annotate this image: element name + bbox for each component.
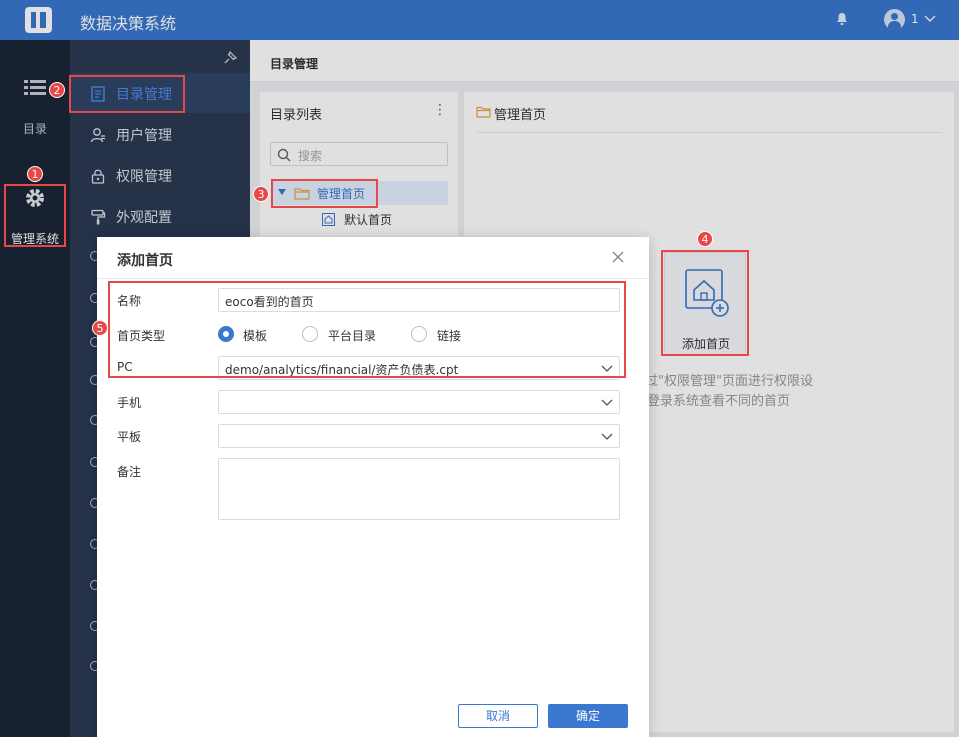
annotation-badge: 5 <box>92 320 108 336</box>
mobile-select[interactable] <box>218 390 620 414</box>
tablet-label: 平板 <box>117 430 142 444</box>
mobile-label: 手机 <box>117 396 142 410</box>
chevron-down-icon[interactable] <box>601 433 613 441</box>
annotation-box-system <box>4 184 66 247</box>
annotation-box-add-card <box>661 250 749 356</box>
dialog-title: 添加首页 <box>117 253 173 269</box>
remark-label: 备注 <box>117 465 142 479</box>
close-icon[interactable] <box>612 251 624 263</box>
annotation-box-form <box>108 281 626 378</box>
cancel-button[interactable]: 取消 <box>458 704 538 728</box>
remark-textarea[interactable] <box>218 458 620 520</box>
annotation-badge: 1 <box>27 166 43 182</box>
annotation-badge: 3 <box>253 186 269 202</box>
chevron-down-icon[interactable] <box>601 399 613 407</box>
annotation-box-tree-node <box>271 179 378 208</box>
annotation-box-catalog <box>69 75 185 113</box>
ok-button[interactable]: 确定 <box>548 704 628 728</box>
annotation-badge: 4 <box>697 231 713 247</box>
tablet-select[interactable] <box>218 424 620 448</box>
annotation-badge: 2 <box>49 82 65 98</box>
dialog-header: 添加首页 <box>97 237 649 279</box>
